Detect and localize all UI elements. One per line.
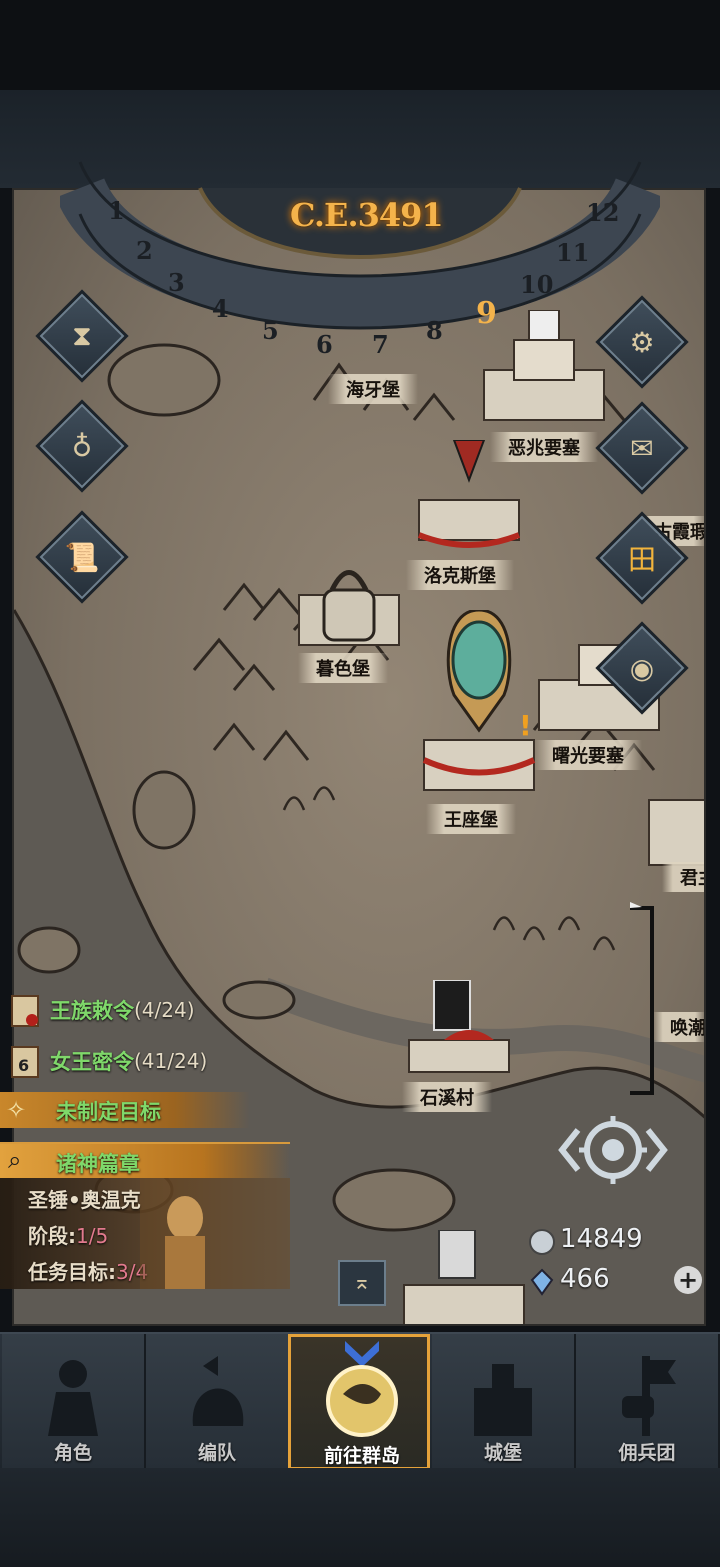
location-label: 曙光要塞	[534, 740, 642, 770]
collapse-icon: ⌅	[352, 1270, 372, 1295]
target-icon: ✧	[6, 1096, 27, 1124]
month-number[interactable]: 12	[586, 198, 619, 227]
svg-text:!: !	[519, 709, 532, 742]
location-label: 君主	[662, 862, 704, 892]
castle-icon	[474, 1364, 532, 1436]
bottom-tab-bar: 角色 编队 前往群岛 城堡 佣兵团	[0, 1332, 720, 1470]
bottom-band	[0, 1468, 720, 1567]
castle-locked-icon[interactable]	[294, 560, 404, 650]
goal-bar[interactable]: ✧ 未制定目标	[0, 1092, 250, 1128]
month-number[interactable]: 3	[168, 268, 185, 297]
locate-button[interactable]	[556, 1110, 670, 1190]
crystal-icon	[530, 1268, 554, 1296]
month-number[interactable]: 7	[372, 330, 389, 359]
tab-mercenary[interactable]: 佣兵团	[576, 1334, 720, 1470]
month-number[interactable]: 10	[520, 270, 553, 299]
castle-jun-icon[interactable]	[644, 780, 706, 870]
hourglass-icon: ⧗	[72, 319, 92, 352]
location-label: 洛克斯堡	[406, 560, 514, 590]
stage-label: 阶段:	[28, 1224, 76, 1248]
month-number[interactable]: 11	[556, 238, 589, 267]
helmet-icon	[192, 1356, 244, 1426]
gear-icon: ⚙	[629, 325, 655, 359]
tab-castle[interactable]: 城堡	[432, 1334, 576, 1470]
castle-bottom-icon[interactable]	[399, 1230, 529, 1326]
scroll-icon: 📜	[64, 540, 100, 574]
coin-icon: ◉	[629, 651, 655, 685]
location-label: 王座堡	[426, 804, 516, 834]
quest-count: (4/24)	[134, 998, 195, 1022]
tab-label: 角色	[53, 1442, 92, 1464]
chapter-title: 诸神篇章	[56, 1152, 140, 1176]
crystal-amount: 466	[560, 1264, 610, 1294]
globe-icon	[326, 1341, 398, 1437]
chapter-hero: 圣锤•奥温克	[28, 1188, 141, 1212]
location-label: 恶兆要塞	[490, 432, 598, 462]
month-number[interactable]: 4	[212, 294, 229, 323]
month-number[interactable]: 9	[476, 296, 497, 331]
month-number[interactable]: 1	[108, 196, 125, 225]
task-row: 任务目标:3/4	[28, 1256, 148, 1285]
location-label: 暮色堡	[298, 653, 388, 683]
location-label: 石溪村	[402, 1082, 492, 1112]
grid-icon: 田	[627, 543, 656, 576]
tab-label: 前往群岛	[323, 1445, 400, 1467]
scroll-icon	[11, 995, 39, 1027]
stage-value: 1/5	[76, 1224, 109, 1248]
chapter-panel[interactable]: ⌕ 诸神篇章 圣锤•奥温克 阶段:1/5 任务目标:3/4	[0, 1142, 290, 1289]
svg-text:6: 6	[18, 1056, 29, 1075]
search-icon: ⌕	[8, 1146, 22, 1174]
tab-islands[interactable]: 前往群岛	[288, 1334, 430, 1470]
side-bracket	[630, 902, 654, 1095]
scroll-6-icon: 6	[11, 1046, 39, 1078]
location-label: 唤潮	[652, 1012, 704, 1042]
quest-queen-secret[interactable]: 6 女王密令 (41/24)	[0, 1041, 207, 1081]
tab-formation[interactable]: 编队	[146, 1334, 290, 1470]
year-display: C.E.3491	[290, 196, 444, 234]
month-number[interactable]: 5	[262, 316, 279, 345]
add-crystal-button[interactable]: +	[674, 1266, 702, 1294]
stage-row: 阶段:1/5	[28, 1220, 108, 1249]
tab-label: 佣兵团	[618, 1442, 676, 1464]
tab-character[interactable]: 角色	[2, 1334, 146, 1470]
month-number[interactable]: 8	[426, 316, 443, 345]
tab-label: 编队	[197, 1442, 236, 1464]
goal-label: 未制定目标	[56, 1100, 161, 1124]
collapse-button[interactable]: ⌅	[338, 1260, 386, 1306]
envelope-icon: ✉	[630, 431, 654, 465]
quest-title: 王族敕令	[50, 999, 134, 1023]
tab-label: 城堡	[483, 1442, 522, 1464]
knight-icon	[48, 1360, 98, 1436]
player-hero-marker[interactable]: !	[409, 610, 549, 800]
plus-icon: +	[677, 1266, 699, 1294]
task-label: 任务目标:	[28, 1260, 116, 1284]
quest-title: 女王密令	[50, 1050, 134, 1074]
month-number[interactable]: 2	[136, 236, 153, 265]
status-area	[0, 0, 720, 90]
silver-amount: 14849	[560, 1224, 643, 1254]
village-shixi-icon[interactable]	[404, 980, 514, 1080]
silver-coin-icon	[529, 1229, 555, 1255]
flag-fist-icon	[622, 1356, 676, 1436]
month-number[interactable]: 6	[316, 330, 333, 359]
quest-royal-decree[interactable]: 王族敕令 (4/24)	[0, 990, 195, 1030]
hero-portrait	[140, 1178, 290, 1289]
money-bag-icon: ♁	[71, 429, 93, 463]
quest-count: (41/24)	[134, 1049, 208, 1073]
